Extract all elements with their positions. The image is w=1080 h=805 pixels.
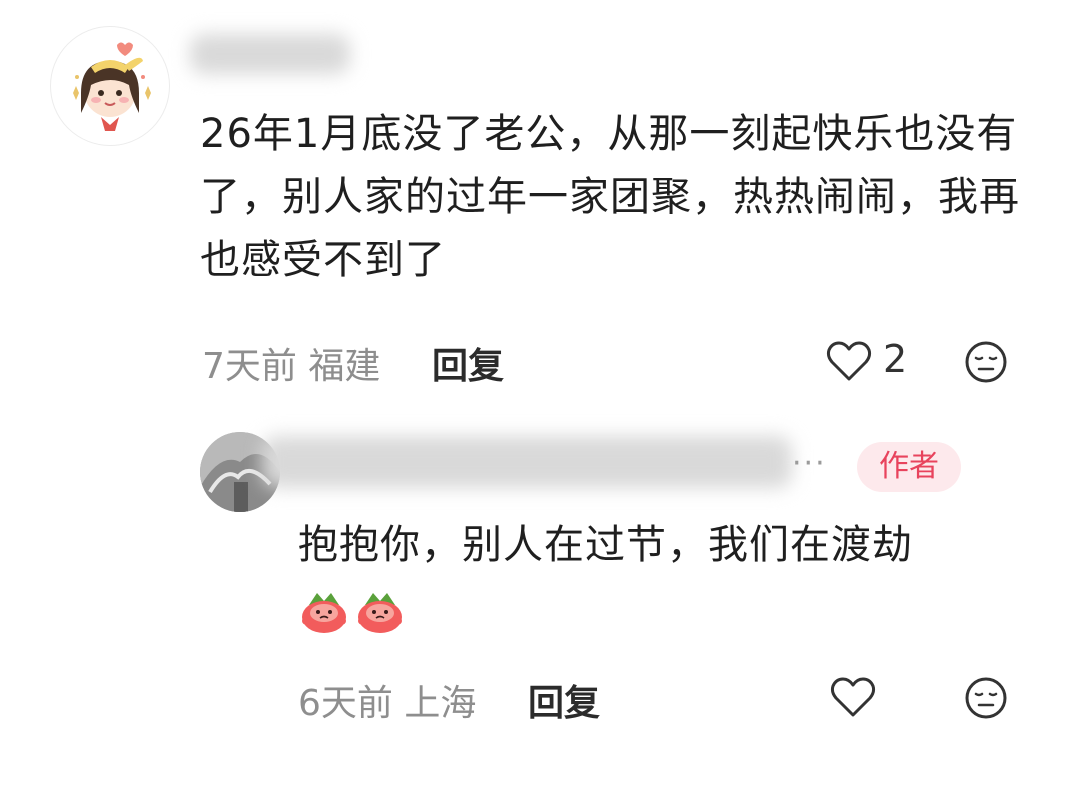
comment-time: 6天前 <box>298 683 393 724</box>
comment-time: 7天前 <box>202 346 297 387</box>
comment-meta: 6天前 上海 <box>298 674 476 726</box>
comment-meta: 7天前 福建 <box>202 337 380 389</box>
more-indicator: ··· <box>792 446 827 481</box>
sad-peach-sticker <box>358 593 402 633</box>
comment-thread: 26年1月底没了老公，从那一刻起快乐也没有了，别人家的过年一家团聚，热热闹闹，我… <box>0 0 1080 805</box>
comment-text: 抱抱你，别人在过节，我们在渡劫 <box>298 522 913 568</box>
reply-button[interactable]: 回复 <box>528 674 600 726</box>
like-count: 2 <box>883 337 908 381</box>
heart-outline-icon[interactable] <box>826 340 872 382</box>
comment-location: 福建 <box>308 346 381 387</box>
author-badge: 作者 <box>857 442 961 492</box>
neutral-face-icon[interactable] <box>964 340 1008 384</box>
username-blurred[interactable] <box>190 34 350 74</box>
heart-outline-icon[interactable] <box>830 676 876 718</box>
reply-button[interactable]: 回复 <box>432 337 504 389</box>
sad-peach-sticker <box>302 593 346 633</box>
comment-text: 26年1月底没了老公，从那一刻起快乐也没有了，别人家的过年一家团聚，热热闹闹，我… <box>200 111 1020 283</box>
username-blurred[interactable] <box>262 436 792 488</box>
cartoon-girl-avatar-icon <box>73 42 151 131</box>
comment-location: 上海 <box>404 683 477 724</box>
neutral-face-icon[interactable] <box>964 676 1008 720</box>
user-avatar[interactable] <box>50 26 170 146</box>
